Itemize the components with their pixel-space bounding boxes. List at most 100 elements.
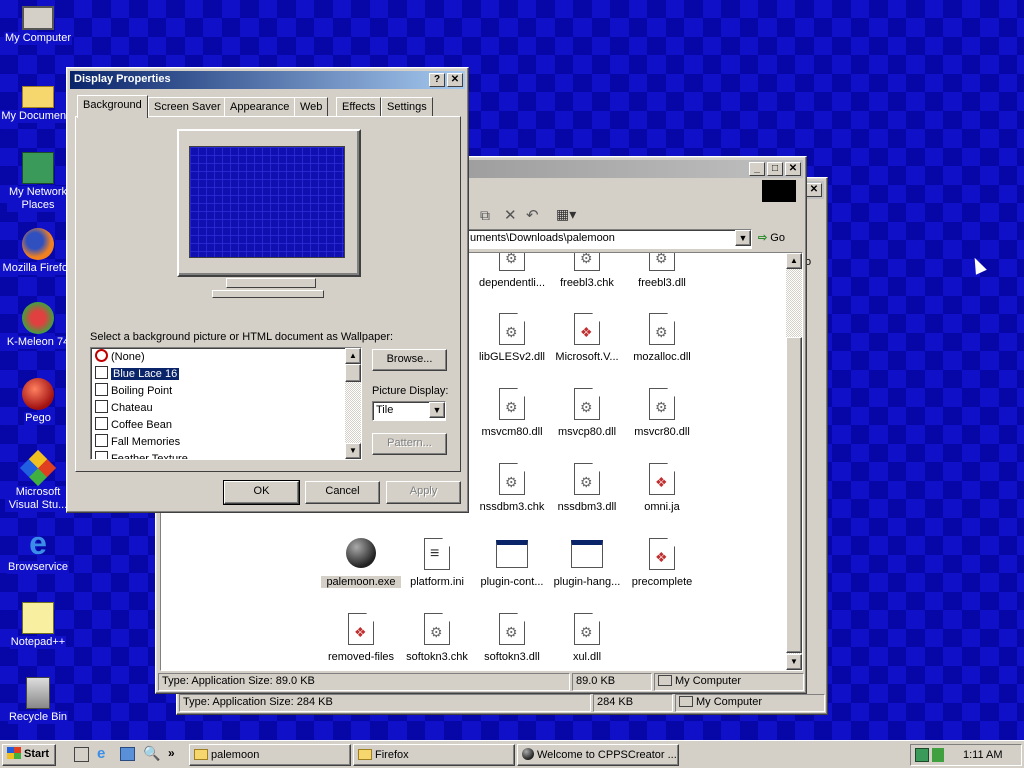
image-file-icon	[95, 434, 108, 447]
dialog-titlebar[interactable]: Display Properties ? ✕	[70, 71, 465, 89]
file-name: freebl3.chk	[560, 277, 614, 289]
file-name: Microsoft.V...	[555, 351, 619, 363]
browse-button[interactable]: Browse...	[372, 349, 447, 371]
file-icon-item[interactable]: freebl3.chk	[547, 253, 627, 289]
wallpaper-scrollbar[interactable]: ▲ ▼	[345, 348, 361, 459]
tab-settings[interactable]: Settings	[381, 97, 433, 117]
clock[interactable]: 1:11 AM	[963, 749, 1003, 761]
tab-screen-saver[interactable]: Screen Saver	[148, 97, 227, 117]
wallpaper-list-item[interactable]: (None)	[93, 349, 343, 366]
monitor-preview	[177, 129, 361, 277]
desktop-icon-my-network-places[interactable]: My Network Places	[0, 152, 76, 212]
scroll-up-button[interactable]: ▲	[345, 348, 361, 364]
file-icon-item[interactable]: nssdbm3.dll	[547, 463, 627, 513]
network-tray-icon[interactable]	[915, 748, 929, 762]
file-icon-item[interactable]: nssdbm3.chk	[472, 463, 552, 513]
move-to-icon[interactable]: ⧉	[480, 207, 490, 224]
views-icon[interactable]: ▦▾	[556, 206, 576, 223]
go-button[interactable]: ⇨ Go	[758, 231, 785, 244]
scroll-thumb[interactable]	[786, 337, 802, 653]
picture-display-select[interactable]: Tile ▼	[372, 401, 446, 421]
wallpaper-list[interactable]: (None) Blue Lace 16 Boiling Point Chateau Co…	[90, 347, 362, 460]
file-icon-item[interactable]: softokn3.dll	[472, 613, 552, 663]
tab-background[interactable]: Background	[77, 95, 148, 118]
file-icon-item[interactable]: palemoon.exe	[321, 538, 401, 588]
desktop-icon-mozilla-firefox[interactable]: Mozilla Firefox	[0, 228, 76, 275]
file-name: mozalloc.dll	[633, 351, 691, 363]
close-button[interactable]: ✕	[447, 73, 463, 87]
desktop-icon-pego[interactable]: Pego	[0, 378, 76, 425]
taskbar-item-firefox[interactable]: Firefox	[353, 744, 515, 766]
help-button[interactable]: ?	[429, 73, 445, 87]
wallpaper-list-item[interactable]: Blue Lace 16	[93, 366, 343, 383]
file-icon-item[interactable]: Microsoft.V...	[547, 313, 627, 363]
taskbar-item-palemoon[interactable]: palemoon	[189, 744, 351, 766]
file-icon-item[interactable]: dependentli...	[472, 253, 552, 289]
file-icon-item[interactable]: mozalloc.dll	[622, 313, 702, 363]
vertical-scrollbar[interactable]: ▲ ▼	[786, 253, 802, 670]
desktop-icon-k-meleon[interactable]: K-Meleon 74	[0, 302, 76, 349]
file-icon-item[interactable]: plugin-hang...	[547, 538, 627, 588]
file-icon-item[interactable]: msvcm80.dll	[472, 388, 552, 438]
wallpaper-list-item[interactable]: Feather Texture	[93, 451, 343, 459]
address-dropdown-button[interactable]: ▼	[735, 230, 751, 246]
file-icon-item[interactable]: softokn3.chk	[397, 613, 477, 663]
volume-tray-icon[interactable]	[932, 748, 944, 762]
visual-studio-icon	[19, 449, 57, 487]
tab-web[interactable]: Web	[294, 97, 329, 117]
tab-effects[interactable]: Effects	[336, 97, 382, 117]
file-icon-item[interactable]: removed-files	[321, 613, 401, 663]
close-button[interactable]: ✕	[785, 162, 801, 176]
scroll-down-button[interactable]: ▼	[786, 654, 802, 670]
desktop-icon-my-documents[interactable]: My Documents	[0, 78, 76, 123]
show-desktop-icon[interactable]	[74, 747, 89, 762]
wallpaper-list-item[interactable]: Fall Memories	[93, 434, 343, 451]
wallpaper-list-item[interactable]: Coffee Bean	[93, 417, 343, 434]
tab-appearance[interactable]: Appearance	[224, 97, 296, 117]
background-tab-panel: Select a background picture or HTML docu…	[75, 116, 461, 472]
desktop-icon-my-computer[interactable]: My Computer	[0, 2, 76, 45]
minimize-button[interactable]: _	[749, 162, 765, 176]
cancel-button[interactable]: Cancel	[305, 481, 380, 504]
delete-icon[interactable]: ✕	[504, 206, 517, 224]
pattern-button[interactable]: Pattern...	[372, 433, 447, 455]
desktop-icon-recycle-bin[interactable]: Recycle Bin	[0, 677, 76, 724]
scroll-down-button[interactable]: ▼	[345, 443, 361, 459]
desktop-icon-browservice[interactable]: e Browservice	[0, 527, 76, 574]
outlook-icon[interactable]	[120, 747, 135, 761]
file-icon-item[interactable]: xul.dll	[547, 613, 627, 663]
image-file-icon	[95, 417, 108, 430]
wallpaper-label: Select a background picture or HTML docu…	[90, 331, 394, 343]
file-icon-item[interactable]: precomplete	[622, 538, 702, 588]
file-icon-item[interactable]: libGLESv2.dll	[472, 313, 552, 363]
file-icon-item[interactable]: omni.ja	[622, 463, 702, 513]
undo-icon[interactable]: ↶	[526, 206, 539, 224]
scroll-thumb[interactable]	[345, 364, 361, 382]
scroll-up-button[interactable]: ▲	[786, 253, 802, 269]
file-icon-item[interactable]: plugin-cont...	[472, 538, 552, 588]
wallpaper-list-item[interactable]: Boiling Point	[93, 383, 343, 400]
ok-button[interactable]: OK	[223, 480, 300, 505]
file-icon-item[interactable]: msvcp80.dll	[547, 388, 627, 438]
apply-button[interactable]: Apply	[386, 481, 461, 504]
chevron-down-icon[interactable]: ▼	[429, 402, 445, 418]
close-button[interactable]: ✕	[806, 183, 822, 197]
wallpaper-list-item[interactable]: Chateau	[93, 400, 343, 417]
picture-display-label: Picture Display:	[372, 385, 449, 397]
taskbar-item-cppscreator[interactable]: Welcome to CPPSCreator ...	[517, 744, 679, 766]
maximize-button[interactable]: □	[767, 162, 783, 176]
desktop-icon-visual-studio[interactable]: Microsoft Visual Stu...	[0, 449, 76, 512]
network-icon	[22, 152, 54, 184]
internet-explorer-icon[interactable]: e	[97, 745, 105, 762]
settings-file-icon	[424, 538, 450, 570]
search-icon[interactable]: 🔍	[143, 745, 160, 762]
address-field[interactable]: uments\Downloads\palemoon ▼	[466, 229, 752, 249]
address-value: uments\Downloads\palemoon	[470, 232, 615, 244]
start-button[interactable]: Start	[2, 744, 56, 766]
desktop-icon-notepadpp[interactable]: Notepad++	[0, 602, 76, 649]
file-icon-item[interactable]: msvcr80.dll	[622, 388, 702, 438]
file-icon-item[interactable]: platform.ini	[397, 538, 477, 588]
file-icon-item[interactable]: freebl3.dll	[622, 253, 702, 289]
start-label: Start	[24, 748, 50, 760]
quick-launch-chevron[interactable]: »	[168, 746, 175, 760]
